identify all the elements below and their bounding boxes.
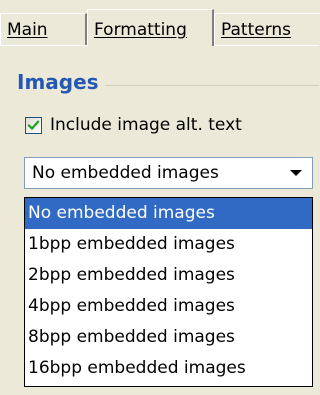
embedded-images-dropdown-list: No embedded images 1bpp embedded images … [24, 197, 313, 387]
tab-patterns[interactable]: Patterns [214, 13, 320, 45]
option-2bpp[interactable]: 2bpp embedded images [25, 260, 312, 291]
embedded-images-combobox[interactable]: No embedded images [24, 157, 313, 189]
check-icon [27, 119, 40, 130]
tab-main[interactable]: Main [0, 13, 87, 45]
option-1bpp[interactable]: 1bpp embedded images [25, 229, 312, 260]
include-alt-text-checkbox-row[interactable]: Include image alt. text [25, 113, 242, 137]
combobox-value: No embedded images [32, 163, 219, 183]
include-alt-text-checkbox[interactable] [25, 116, 42, 134]
option-8bpp[interactable]: 8bpp embedded images [25, 322, 312, 353]
option-no-embedded-images[interactable]: No embedded images [25, 198, 312, 229]
option-4bpp[interactable]: 4bpp embedded images [25, 291, 312, 322]
include-alt-text-label: Include image alt. text [50, 115, 242, 135]
option-16bpp[interactable]: 16bpp embedded images [25, 353, 312, 384]
chevron-down-icon [290, 170, 302, 176]
images-group-title: Images [17, 70, 105, 94]
tab-strip: Main Formatting Patterns [0, 0, 320, 46]
tab-formatting[interactable]: Formatting [87, 9, 214, 46]
dropdown-button[interactable] [280, 158, 312, 188]
